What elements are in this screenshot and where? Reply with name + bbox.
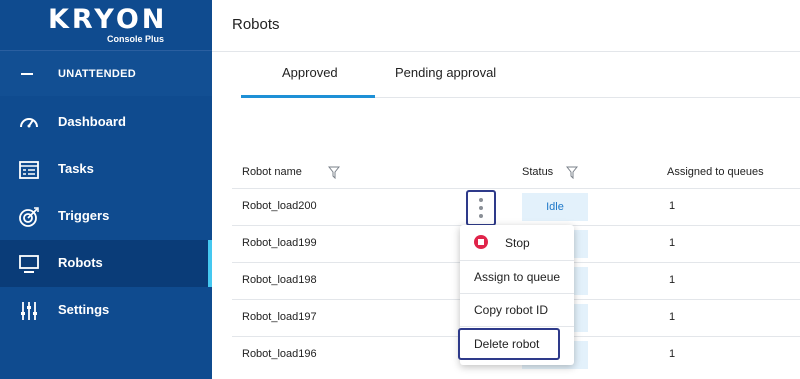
table-row[interactable]: Robot_load200 Idle 1	[232, 188, 800, 225]
menu-item-label: Delete robot	[474, 337, 540, 351]
robot-name: Robot_load198	[242, 274, 317, 286]
sliders-icon	[21, 302, 37, 320]
menu-item-delete-robot[interactable]: Delete robot	[460, 327, 574, 360]
filter-icon[interactable]	[566, 166, 578, 179]
menu-item-assign-to-queue[interactable]: Assign to queue	[460, 260, 574, 293]
page-header: Robots	[212, 0, 800, 52]
row-context-menu: Stop Assign to queue Copy robot ID Delet…	[460, 225, 574, 365]
sidebar-item-label: Settings	[58, 302, 110, 317]
logo: KRYON Console Plus	[0, 0, 212, 50]
target-icon	[19, 207, 39, 227]
menu-item-stop[interactable]: Stop	[460, 226, 574, 259]
robot-name: Robot_load197	[242, 311, 317, 323]
logo-text: KRYON	[48, 4, 168, 35]
sidebar-item-dashboard[interactable]: Dashboard	[0, 99, 212, 146]
tab-bar: Approved Pending approval	[212, 52, 800, 98]
app-window: KRYON Console Plus UNATTENDED Dashboard	[0, 0, 800, 379]
sidebar-item-robots[interactable]: Robots	[0, 240, 212, 287]
status-badge: Idle	[522, 193, 588, 221]
row-actions-button[interactable]	[466, 190, 496, 226]
sidebar-item-tasks[interactable]: Tasks	[0, 146, 212, 193]
more-icon	[479, 198, 483, 202]
monitor-icon	[19, 255, 39, 273]
logo-subtitle: Console Plus	[107, 34, 165, 44]
menu-item-label: Copy robot ID	[474, 303, 549, 317]
filter-icon[interactable]	[328, 166, 340, 179]
robot-name: Robot_load199	[242, 237, 317, 249]
more-icon	[479, 206, 483, 210]
assigned-queues-count: 1	[669, 274, 676, 286]
tab-pending-approval[interactable]: Pending approval	[395, 65, 496, 80]
menu-item-label: Stop	[505, 236, 530, 250]
minus-icon	[21, 73, 33, 75]
more-icon	[479, 214, 483, 218]
tab-approved[interactable]: Approved	[282, 65, 338, 80]
section-label: UNATTENDED	[58, 68, 136, 80]
sidebar-item-label: Robots	[58, 255, 103, 270]
assigned-queues-count: 1	[669, 348, 676, 360]
column-header-assigned-queues: Assigned to queues	[667, 166, 764, 178]
column-header-status: Status	[522, 166, 554, 178]
tasks-icon	[19, 161, 39, 179]
menu-item-copy-robot-id[interactable]: Copy robot ID	[460, 293, 574, 326]
sidebar-item-settings[interactable]: Settings	[0, 287, 212, 334]
sidebar-item-label: Triggers	[58, 208, 110, 223]
robot-name: Robot_load196	[242, 348, 317, 360]
active-tab-indicator	[241, 95, 375, 98]
menu-item-label: Assign to queue	[474, 270, 561, 284]
page-title: Robots	[232, 16, 280, 33]
section-toggle[interactable]: UNATTENDED	[0, 51, 212, 96]
sidebar-item-label: Dashboard	[58, 114, 126, 129]
robot-name: Robot_load200	[242, 200, 317, 212]
stop-icon	[474, 235, 488, 249]
assigned-queues-count: 1	[669, 237, 676, 249]
gauge-icon	[20, 118, 38, 128]
assigned-queues-count: 1	[669, 200, 676, 212]
sidebar-item-triggers[interactable]: Triggers	[0, 193, 212, 240]
sidebar-item-label: Tasks	[58, 161, 94, 176]
column-header-robot-name: Robot name	[242, 166, 302, 178]
sidebar: KRYON Console Plus UNATTENDED Dashboard	[0, 0, 212, 379]
assigned-queues-count: 1	[669, 311, 676, 323]
